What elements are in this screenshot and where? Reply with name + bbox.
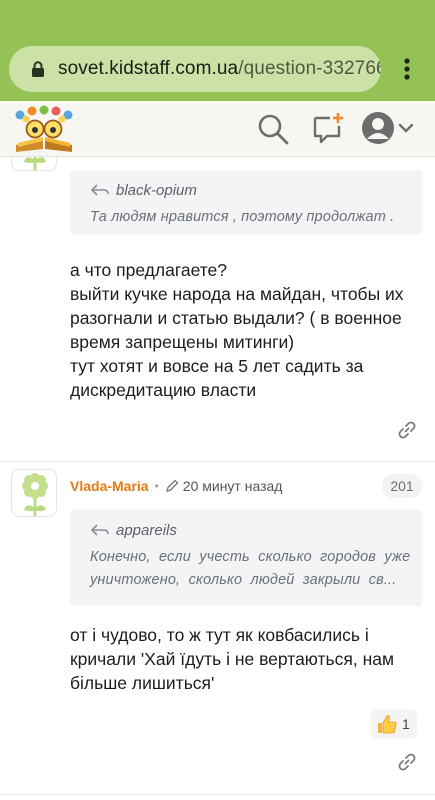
like-count: 1 (402, 716, 410, 732)
quote-text: Конечно, если учесть сколько городов уже… (90, 546, 411, 592)
post-time: 20 минут назад (182, 478, 283, 494)
avatar[interactable] (11, 469, 57, 517)
post-meta: Vlada-Maria • 20 минут назад (70, 476, 282, 496)
reply-arrow-icon (90, 524, 109, 536)
more-vert-icon[interactable] (395, 57, 419, 81)
avatar[interactable] (11, 157, 57, 171)
post-body: а что предлагаете? выйти кучке народа на… (70, 258, 404, 402)
new-message-icon[interactable] (311, 111, 345, 145)
url-text: sovet.kidstaff.com.ua/question-3327663 (58, 58, 381, 80)
pencil-icon (165, 479, 179, 492)
post-line: дискредитацию власти (70, 380, 257, 400)
post-body: от і чудово, то ж тут як ковбасились і к… (70, 623, 394, 695)
quote-line: Конечно, если учесть сколько городов уже (90, 549, 411, 565)
comments-feed: black-opium Та людям нравится , поэтому … (0, 157, 435, 800)
post-divider (0, 794, 435, 795)
address-bar[interactable]: sovet.kidstaff.com.ua/question-3327663 (9, 46, 381, 92)
quote-header: black-opium (90, 180, 406, 200)
url-path: /question-3327663 (238, 58, 381, 79)
post-line: время запрещены митинги) (70, 332, 295, 352)
chevron-down-icon[interactable] (398, 122, 414, 134)
link-icon[interactable] (397, 420, 417, 440)
user-avatar-icon[interactable] (361, 111, 395, 145)
quote-block: black-opium Та людям нравится , поэтому … (70, 170, 422, 234)
post-line: разогнали и статью выдали? ( в военное (70, 308, 402, 328)
flower-avatar-icon (24, 157, 46, 170)
post-line: а что предлагаете? (70, 260, 228, 280)
url-host: sovet.kidstaff.com.ua (58, 58, 239, 79)
quote-text: Та людям нравится , поэтому продолжат . (90, 206, 406, 229)
quote-author[interactable]: appareils (116, 522, 177, 539)
site-logo[interactable] (12, 105, 76, 153)
post-line: більше лишиться' (70, 673, 215, 693)
link-icon[interactable] (397, 752, 417, 772)
like-button[interactable]: 1 (371, 709, 417, 739)
post-line: выйти кучке народа на майдан, чтобы их (70, 284, 404, 304)
search-icon[interactable] (256, 112, 290, 146)
quote-line: уничтожено, сколько людей закрыли св... (90, 572, 397, 588)
post-line: кричали 'Хай їдуть і не вертаються, нам (70, 649, 395, 669)
quote-block: appareils Конечно, если учесть сколько г… (70, 510, 422, 606)
post-author[interactable]: Vlada-Maria (70, 478, 149, 494)
thumbs-up-icon (378, 715, 397, 734)
post-line: тут хотят и вовсе на 5 лет садить за (70, 356, 364, 376)
reply-arrow-icon (90, 184, 109, 196)
flower-avatar-icon (22, 473, 48, 516)
post-divider (0, 461, 435, 462)
quote-author[interactable]: black-opium (116, 182, 197, 199)
quote-line: Та людям нравится , поэтому продолжат . (90, 209, 395, 225)
quote-header: appareils (90, 520, 406, 540)
meta-separator: • (154, 479, 159, 493)
post-line: от і чудово, то ж тут як ковбасились і (70, 625, 369, 645)
browser-toolbar: sovet.kidstaff.com.ua/question-3327663 (0, 0, 435, 101)
lock-icon (32, 61, 44, 77)
site-header (0, 101, 435, 157)
post-number-badge[interactable]: 201 (382, 474, 422, 498)
